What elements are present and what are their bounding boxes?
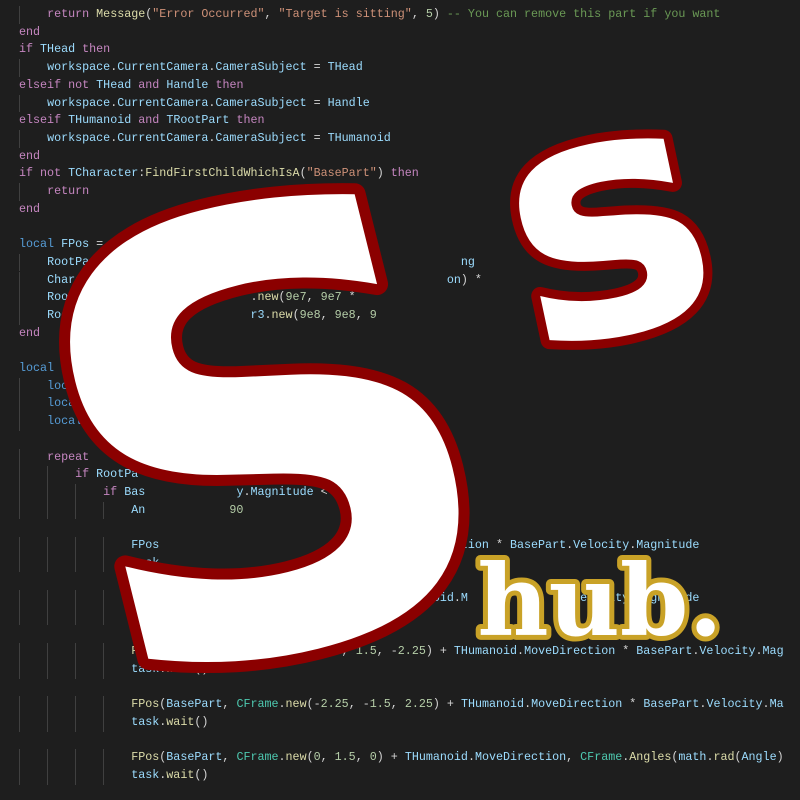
logo-wordmark-hub: hub.: [477, 544, 722, 659]
ss-hub-logo: S s hub.: [0, 0, 755, 800]
logo-small-s: s: [466, 1, 746, 430]
logo-big-s: S: [0, 47, 562, 800]
